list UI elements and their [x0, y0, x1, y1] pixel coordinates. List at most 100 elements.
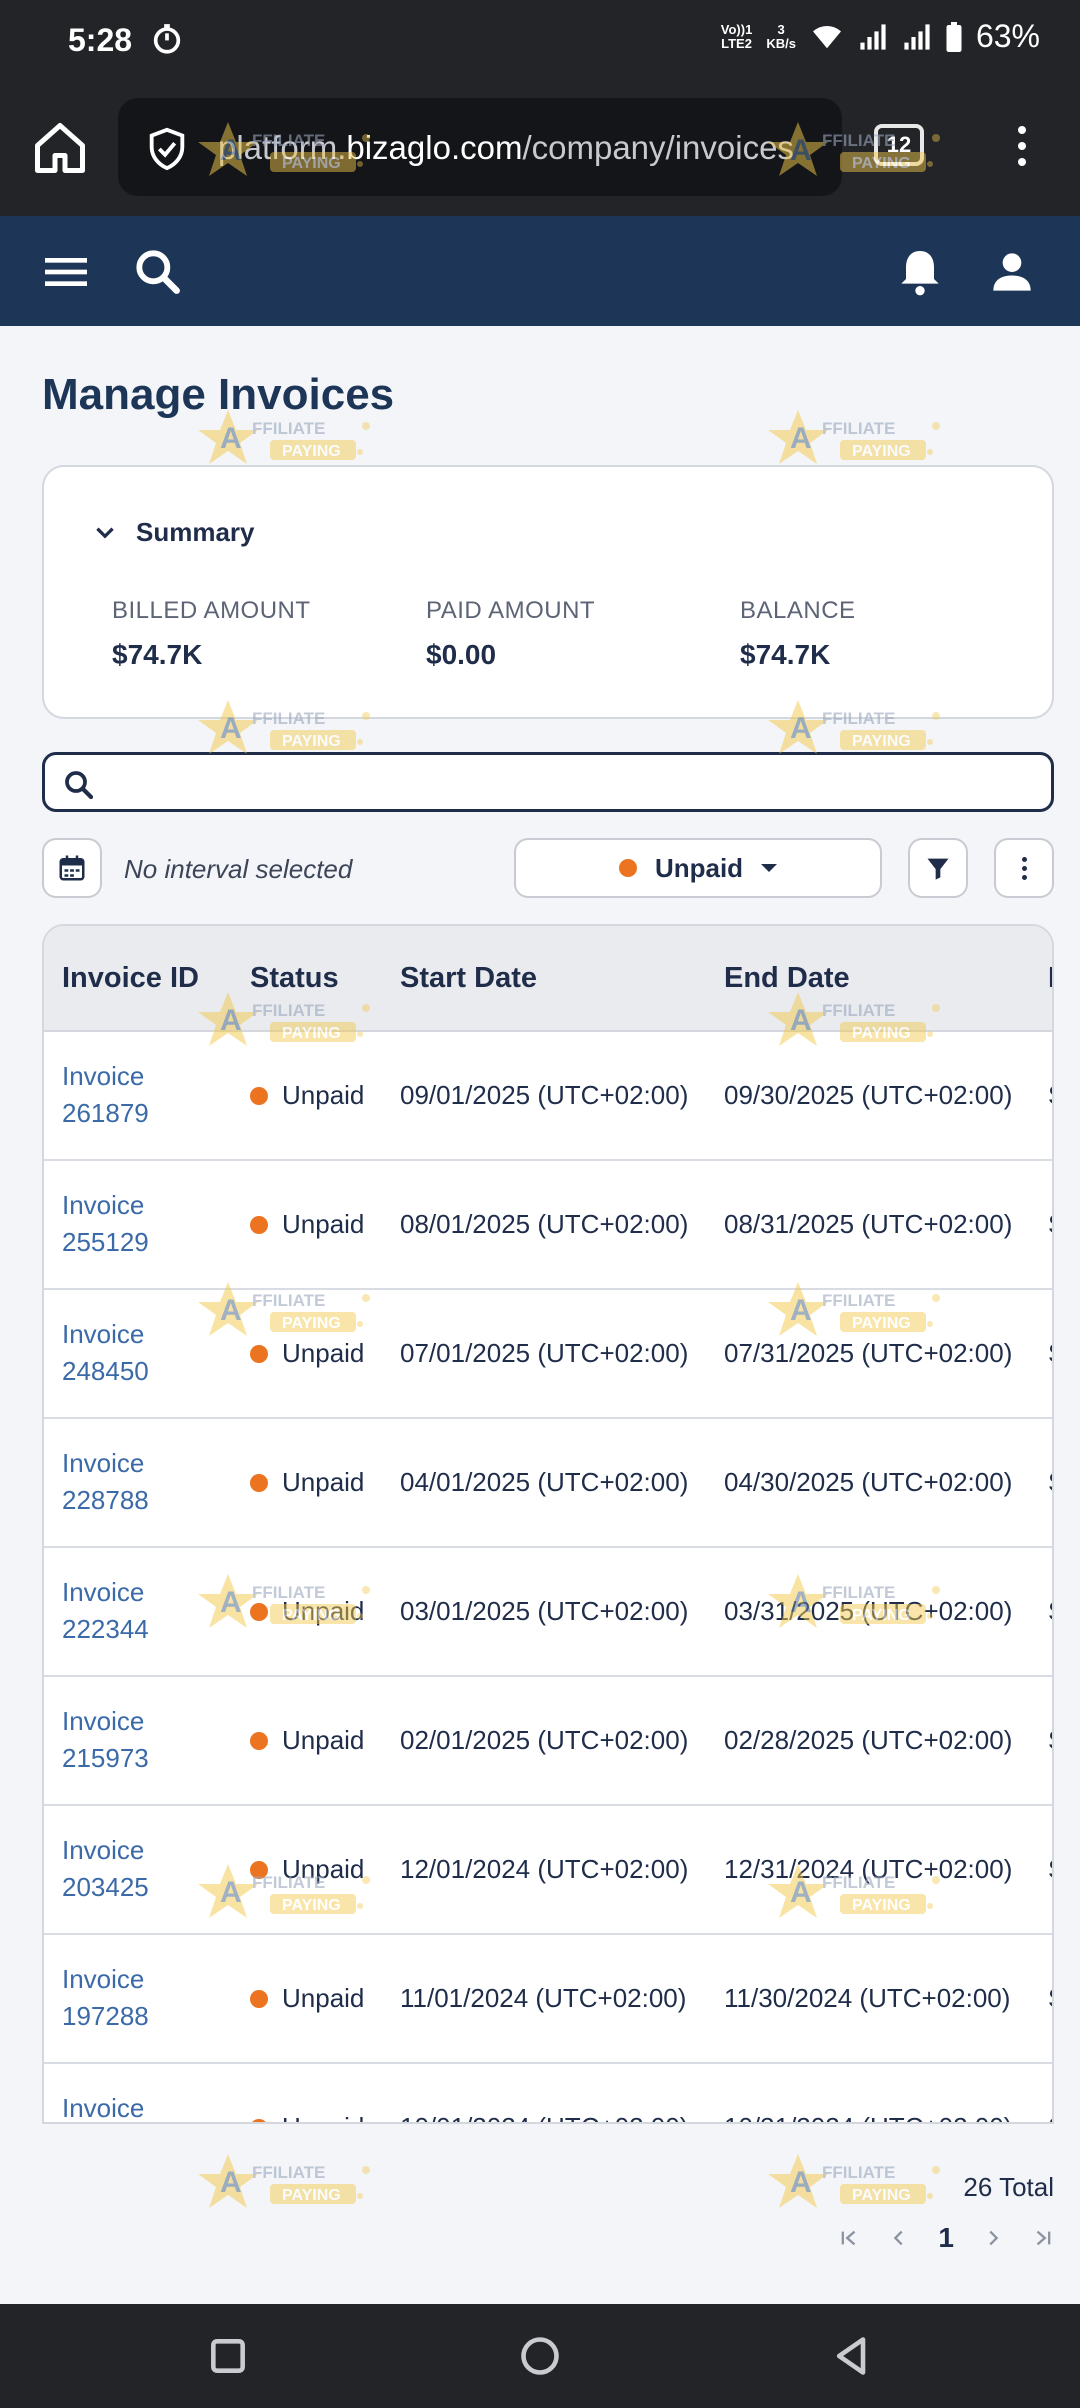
- status-cell: Unpaid: [250, 1983, 364, 2014]
- table-row[interactable]: Invoice 228788 Unpaid 04/01/2025 (UTC+02…: [44, 1419, 1052, 1548]
- end-date-cell: 12/31/2024 (UTC+02:00): [724, 1854, 1013, 1884]
- pagination: 1: [838, 2222, 1054, 2254]
- volte-indicator: Vo))1 LTE2: [720, 21, 753, 51]
- table-row[interactable]: Invoice 215973 Unpaid 02/01/2025 (UTC+02…: [44, 1677, 1052, 1806]
- table-row[interactable]: Invoice 248450 Unpaid 07/01/2025 (UTC+02…: [44, 1290, 1052, 1419]
- invoice-link[interactable]: Invoice 228788: [62, 1445, 212, 1519]
- system-navigation-bar: [0, 2304, 1080, 2408]
- date-interval-button[interactable]: [42, 838, 102, 898]
- table-row[interactable]: Invoice 255129 Unpaid 08/01/2025 (UTC+02…: [44, 1161, 1052, 1290]
- table-row[interactable]: Invoice 261879 Unpaid 09/01/2025 (UTC+02…: [44, 1032, 1052, 1161]
- invoice-link[interactable]: Invoice 261879: [62, 1058, 212, 1132]
- url-text[interactable]: platform.bizaglo.com/company/invoices: [218, 129, 794, 167]
- status-dot: [250, 1989, 268, 2008]
- status-cell: Unpaid: [250, 1596, 364, 1627]
- recents-icon[interactable]: [206, 2334, 250, 2378]
- billed-amount-label: BILLED AMOUNT: [112, 597, 311, 624]
- status-cell: Unpaid: [250, 1338, 364, 1369]
- truncated-cell: S: [1048, 1467, 1052, 1498]
- summary-toggle[interactable]: Summary: [92, 517, 255, 548]
- invoice-link[interactable]: Invoice: [62, 2090, 212, 2122]
- header-start-date[interactable]: Start Date: [400, 962, 537, 995]
- filter-bar: No interval selected Unpaid: [42, 838, 1054, 898]
- table-row[interactable]: Invoice 222344 Unpaid 03/01/2025 (UTC+02…: [44, 1548, 1052, 1677]
- filter-button[interactable]: [908, 838, 968, 898]
- data-speed-indicator: 3 KB/s: [766, 21, 796, 51]
- search-icon[interactable]: [130, 244, 186, 300]
- header-end-date[interactable]: End Date: [724, 962, 850, 995]
- balance-metric: BALANCE $74.7K: [740, 597, 856, 671]
- battery-percent: 63%: [975, 18, 1040, 54]
- filter-icon: [927, 858, 949, 880]
- table-header: Invoice ID Status Start Date End Date D: [44, 926, 1052, 1032]
- truncated-cell: S: [1048, 1338, 1052, 1369]
- table-row[interactable]: Invoice 203425 Unpaid 12/01/2024 (UTC+02…: [44, 1806, 1052, 1935]
- status-dot: [250, 1215, 268, 1234]
- home-icon[interactable]: [30, 118, 90, 178]
- billed-amount-value: $74.7K: [112, 639, 203, 670]
- invoice-link[interactable]: Invoice 222344: [62, 1574, 212, 1648]
- tab-switcher-button[interactable]: 12: [874, 124, 924, 166]
- invoice-link[interactable]: Invoice 255129: [62, 1187, 212, 1261]
- invoice-link[interactable]: Invoice 197288: [62, 1961, 212, 2035]
- status-cell: Unpaid: [250, 1854, 364, 1885]
- prev-page-icon[interactable]: [888, 2227, 910, 2249]
- home-nav-icon[interactable]: [518, 2334, 562, 2378]
- header-truncated[interactable]: D: [1048, 962, 1052, 995]
- header-invoice-id[interactable]: Invoice ID: [62, 962, 199, 995]
- user-icon[interactable]: [984, 244, 1040, 300]
- end-date-cell: 03/31/2025 (UTC+02:00): [724, 1596, 1013, 1626]
- truncated-cell: S: [1048, 1854, 1052, 1885]
- search-input[interactable]: [42, 752, 1054, 812]
- total-count: 26 Total: [963, 2172, 1054, 2202]
- more-vertical-icon[interactable]: [994, 838, 1054, 898]
- status-selected-value: Unpaid: [654, 852, 744, 883]
- truncated-cell: S: [1048, 1983, 1052, 2014]
- paid-amount-label: PAID AMOUNT: [426, 597, 596, 624]
- hamburger-menu-icon[interactable]: [38, 244, 94, 300]
- header-status[interactable]: Status: [250, 962, 339, 995]
- back-icon[interactable]: [830, 2334, 874, 2378]
- status-indicators: Vo))1 LTE2 3 KB/s 63%: [721, 18, 1040, 55]
- table-row[interactable]: Invoice Unpaid 10/01/2024 (UTC+02:00) 10…: [44, 2064, 1052, 2122]
- battery-icon: [946, 21, 962, 52]
- bell-icon[interactable]: [892, 244, 948, 300]
- stopwatch-icon: [153, 24, 181, 54]
- shield-check-icon[interactable]: [144, 126, 190, 172]
- status-dot: [250, 1473, 268, 1492]
- status-cell: Unpaid: [250, 1080, 364, 1111]
- watermark-logo: [198, 2154, 370, 2208]
- status-dot: [250, 1602, 268, 1621]
- invoice-link[interactable]: Invoice 248450: [62, 1316, 212, 1390]
- watermark-logo: [768, 410, 940, 464]
- interval-text: No interval selected: [124, 854, 353, 884]
- table-row[interactable]: Invoice 197288 Unpaid 11/01/2024 (UTC+02…: [44, 1935, 1052, 2064]
- billed-amount-metric: BILLED AMOUNT $74.7K: [112, 597, 311, 671]
- next-page-icon[interactable]: [982, 2227, 1004, 2249]
- paid-amount-metric: PAID AMOUNT $0.00: [426, 597, 595, 671]
- start-date-cell: 03/01/2025 (UTC+02:00): [400, 1596, 689, 1626]
- signal-icon: [860, 23, 886, 50]
- invoices-table: Invoice ID Status Start Date End Date D …: [42, 924, 1054, 2124]
- invoice-link[interactable]: Invoice 215973: [62, 1703, 212, 1777]
- last-page-icon[interactable]: [1032, 2227, 1054, 2249]
- summary-heading: Summary: [136, 517, 255, 547]
- end-date-cell: 11/30/2024 (UTC+02:00): [724, 1983, 1011, 2013]
- summary-card: Summary BILLED AMOUNT $74.7K PAID AMOUNT…: [42, 465, 1054, 719]
- search-icon: [65, 771, 94, 800]
- page-title: Manage Invoices: [42, 370, 395, 419]
- app-header: [0, 216, 1080, 326]
- status-dropdown[interactable]: Unpaid: [514, 838, 882, 898]
- status-cell: Unpaid: [250, 1725, 364, 1756]
- browser-menu-button[interactable]: [1004, 120, 1040, 180]
- status-dot: [250, 1344, 268, 1363]
- status-dot: [618, 859, 637, 877]
- address-bar[interactable]: platform.bizaglo.com/company/invoices: [118, 98, 842, 196]
- browser-toolbar: platform.bizaglo.com/company/invoices 12: [0, 84, 1080, 216]
- status-time: 5:28: [68, 22, 133, 58]
- current-page[interactable]: 1: [938, 2222, 954, 2254]
- first-page-icon[interactable]: [838, 2227, 860, 2249]
- status-dot: [250, 1860, 268, 1879]
- end-date-cell: 09/30/2025 (UTC+02:00): [724, 1080, 1013, 1110]
- invoice-link[interactable]: Invoice 203425: [62, 1832, 212, 1906]
